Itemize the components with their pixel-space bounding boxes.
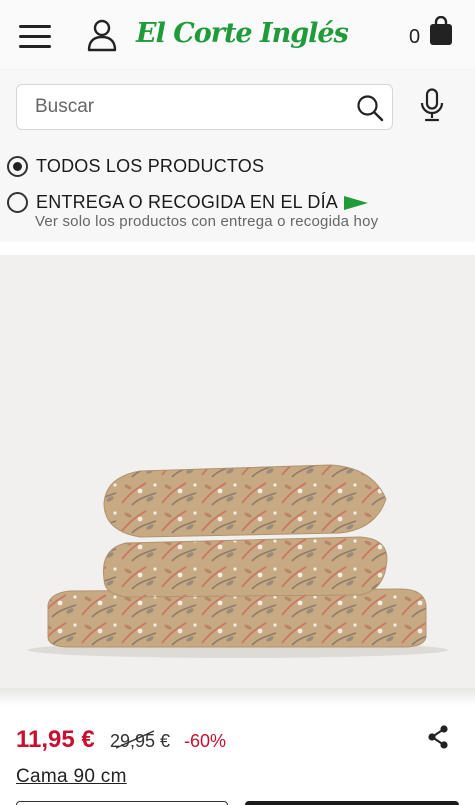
- brand-logo-text: El Corte Inglés: [136, 18, 349, 49]
- radio-same-day[interactable]: [7, 192, 28, 213]
- search-input[interactable]: [35, 85, 355, 129]
- product-image[interactable]: [0, 255, 475, 700]
- hamburger-menu-icon[interactable]: [19, 25, 51, 49]
- filter-same-day-label: ENTREGA O RECOGIDA EN EL DÍA: [36, 192, 369, 213]
- filter-all-products-label: TODOS LOS PRODUCTOS: [36, 156, 265, 176]
- cart-count: 0: [409, 26, 421, 48]
- microphone-icon[interactable]: [419, 88, 445, 122]
- primary-action-button[interactable]: [245, 801, 459, 805]
- image-bottom-shadow: [0, 688, 475, 706]
- secondary-action-button[interactable]: [16, 801, 228, 805]
- share-icon[interactable]: [427, 725, 449, 749]
- shopping-bag-icon[interactable]: [428, 16, 454, 46]
- current-price: 11,95 €: [16, 726, 95, 753]
- radio-all-products[interactable]: [7, 156, 28, 177]
- filter-same-day[interactable]: ENTREGA O RECOGIDA EN EL DÍA: [7, 192, 369, 213]
- brand-logo[interactable]: El Corte Inglés: [136, 8, 349, 60]
- price-strikethrough: [115, 730, 155, 749]
- size-selector-link[interactable]: Cama 90 cm: [16, 766, 127, 788]
- user-account-icon[interactable]: [86, 18, 118, 52]
- filter-all-products[interactable]: TODOS LOS PRODUCTOS: [7, 156, 264, 177]
- search-box[interactable]: [16, 84, 393, 130]
- filter-same-day-label-text: ENTREGA O RECOGIDA EN EL DÍA: [36, 192, 339, 212]
- top-header: El Corte Inglés 0: [0, 0, 475, 70]
- filter-same-day-sublabel: Ver solo los productos con entrega o rec…: [35, 213, 379, 230]
- search-icon[interactable]: [356, 94, 384, 122]
- discount-badge: -60%: [184, 731, 227, 751]
- green-flag-icon: [344, 196, 369, 211]
- pillow-set-illustration: [28, 464, 448, 658]
